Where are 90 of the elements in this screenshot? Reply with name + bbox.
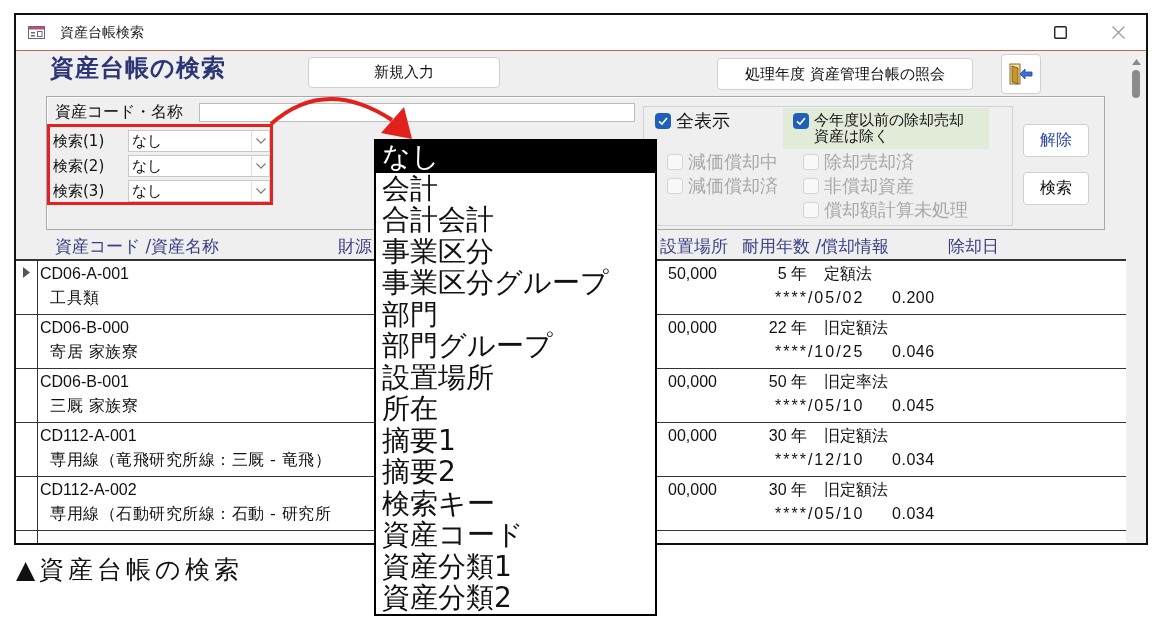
date-value: ****/05/02 xyxy=(775,288,866,308)
list-option[interactable]: 合計会計 xyxy=(376,204,655,236)
checkbox-label: 除却売却済 xyxy=(824,150,914,174)
list-option[interactable]: 摘要1 xyxy=(376,424,655,456)
list-option[interactable]: 事業区分 xyxy=(376,235,655,267)
list-option[interactable]: 摘要2 xyxy=(376,456,655,488)
rate-value: 0.046 xyxy=(892,343,935,360)
list-option[interactable]: 資産分類1 xyxy=(376,550,655,582)
list-option[interactable]: 部門グループ xyxy=(376,330,655,362)
list-option[interactable]: 部門 xyxy=(376,298,655,330)
column-header[interactable]: 資産コード /資産名称 xyxy=(38,235,338,258)
figure-caption: ▲資産台帳の検索 xyxy=(15,555,244,585)
useful-life: 30 年 xyxy=(767,480,807,500)
date-value: ****/12/10 xyxy=(775,450,866,470)
field-label: 検索(3) xyxy=(53,181,106,201)
list-option[interactable]: 事業区分グループ xyxy=(376,267,655,299)
exit-button[interactable] xyxy=(1001,54,1041,94)
depreciation-method: 旧定額法 xyxy=(824,480,889,499)
column-value: 00,000 xyxy=(668,319,717,336)
depreciation-method: 旧定率法 xyxy=(824,372,889,391)
code-name-field[interactable] xyxy=(199,103,635,122)
depreciation-method: 旧定額法 xyxy=(824,426,889,445)
ledger-inquiry-button[interactable]: 処理年度 資産管理台帳の照会 xyxy=(717,58,973,90)
search-key-combo[interactable]: なし xyxy=(128,180,270,202)
checkbox-label: 今年度以前の除却売却資産は除く xyxy=(814,112,965,144)
asset-code: CD112-A-002 xyxy=(39,481,137,498)
rate-value: 0.034 xyxy=(892,505,935,522)
form-heading: 資産台帳の検索 xyxy=(50,54,227,82)
rate-value: 0.045 xyxy=(892,397,935,414)
date-value: ****/05/10 xyxy=(775,396,866,416)
column-header[interactable]: 設置場所 xyxy=(660,235,742,258)
asset-name: 工具類 xyxy=(49,288,100,307)
chevron-down-icon xyxy=(255,188,266,194)
window-title: 資産台帳検索 xyxy=(60,23,144,42)
search-key-combo[interactable]: なし xyxy=(128,155,270,177)
chevron-down-icon xyxy=(255,163,266,169)
asset-code: CD112-A-001 xyxy=(39,427,137,444)
checkbox-label: 償却額計算未処理 xyxy=(824,198,968,222)
column-value: 50,000 xyxy=(668,265,717,282)
checkbox-label: 減価償却中 xyxy=(688,150,778,174)
triangle-pointer-icon xyxy=(23,267,30,278)
useful-life: 50 年 xyxy=(767,372,807,392)
asset-code: CD06-B-000 xyxy=(39,319,129,336)
close-icon[interactable] xyxy=(1112,26,1125,39)
list-option[interactable]: 設置場所 xyxy=(376,361,655,393)
asset-code: CD06-B-001 xyxy=(39,373,129,390)
depreciation-method: 旧定額法 xyxy=(824,318,889,337)
list-option[interactable]: 検索キー xyxy=(376,487,655,519)
depreciation-method: 定額法 xyxy=(824,264,873,283)
rate-value: 0.034 xyxy=(892,451,935,468)
list-option[interactable]: 会計 xyxy=(376,172,655,204)
column-header[interactable]: 耐用年数 /償却情報 xyxy=(742,235,948,258)
chevron-down-icon xyxy=(255,138,266,144)
column-header[interactable]: 除却日 xyxy=(948,235,999,258)
asset-name: 寄居 家族寮 xyxy=(49,342,139,361)
field-label: 資産コード・名称 xyxy=(55,102,184,123)
checkbox-label: 全表示 xyxy=(676,109,730,133)
form-icon xyxy=(28,26,45,39)
checkbox[interactable] xyxy=(655,113,671,129)
column-value: 00,000 xyxy=(668,481,717,498)
column-value: 00,000 xyxy=(668,373,717,390)
search-button[interactable]: 検索 xyxy=(1023,172,1089,205)
list-option[interactable]: 資産コード xyxy=(376,519,655,551)
field-label: 検索(2) xyxy=(53,156,106,176)
list-option[interactable]: 資産分類2 xyxy=(376,582,655,614)
door-arrow-icon xyxy=(1009,63,1033,85)
list-option[interactable]: 所在 xyxy=(376,393,655,425)
asset-name: 専用線（石動研究所線：石動 - 研究所 xyxy=(49,504,332,523)
rate-value: 0.200 xyxy=(892,289,935,306)
scroll-up-icon[interactable] xyxy=(1131,59,1141,65)
checkbox[interactable] xyxy=(793,113,809,129)
column-value: 00,000 xyxy=(668,427,717,444)
checkbox-label: 非償却資産 xyxy=(824,174,914,198)
asset-code: CD06-A-001 xyxy=(39,265,129,282)
list-option[interactable]: なし xyxy=(376,141,655,173)
asset-name: 専用線（竜飛研究所線：三厩 - 竜飛） xyxy=(49,450,332,469)
new-entry-button[interactable]: 新規入力 xyxy=(308,57,500,88)
search-key-combo[interactable]: なし xyxy=(128,130,270,152)
useful-life: 5 年 xyxy=(776,264,807,284)
maximize-icon[interactable] xyxy=(1054,26,1067,39)
clear-button[interactable]: 解除 xyxy=(1023,124,1089,157)
useful-life: 22 年 xyxy=(767,318,807,338)
useful-life: 30 年 xyxy=(767,426,807,446)
field-label: 検索(1) xyxy=(53,131,106,151)
date-value: ****/10/25 xyxy=(775,342,866,362)
date-value: ****/05/10 xyxy=(775,504,866,524)
checkbox-label: 減価償却済 xyxy=(688,174,778,198)
asset-name: 三厩 家族寮 xyxy=(49,396,139,415)
scrollbar-thumb[interactable] xyxy=(1132,70,1140,98)
column-header[interactable]: 財源 xyxy=(338,235,375,258)
